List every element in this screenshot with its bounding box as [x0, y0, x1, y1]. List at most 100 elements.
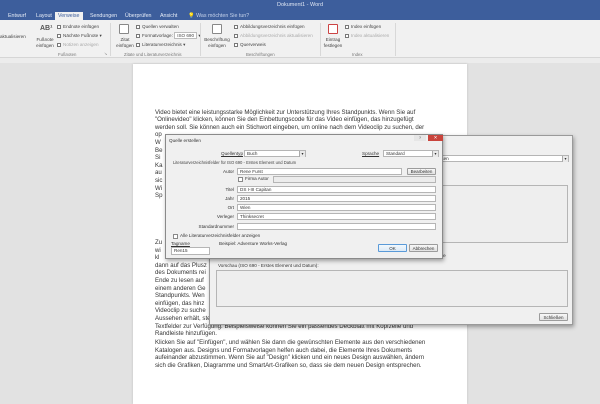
insert-caption-icon [212, 24, 222, 34]
example-text: Beispiel: Adventure Works-Verlag [219, 241, 288, 246]
text-line: sic [155, 176, 163, 184]
preview-box [216, 270, 568, 307]
group-divider [320, 23, 321, 56]
source-type-value: Buch [247, 151, 258, 156]
manage-sources-icon [136, 24, 140, 29]
source-type-label: Quellentyp [221, 151, 243, 156]
tab-layout[interactable]: Layout [33, 12, 55, 20]
insert-endnote-button[interactable]: Endnote einfügen [57, 24, 99, 29]
chevron-down-icon: ▾ [432, 151, 438, 157]
window-title: Dokument1 - Word [276, 2, 324, 8]
field-input-autor[interactable]: Rene Furst [237, 168, 402, 175]
field-input-jahr[interactable]: 2015 [237, 195, 436, 202]
insert-tof-label: Abbildungsverzeichnis einfügen [240, 24, 305, 29]
field-input-ort[interactable]: Wien [237, 204, 436, 211]
close-icon[interactable]: ✕ [428, 135, 443, 141]
insert-footnote-button[interactable]: Fußnote einfügen [34, 37, 56, 48]
insert-index-label: Index einfügen [351, 24, 382, 29]
bibliography-label: Literaturverzeichnis [142, 42, 182, 47]
field-label: Ort [227, 205, 234, 210]
field-input-verleger[interactable]: Thinksecret [237, 213, 436, 220]
field-label: Verleger [216, 214, 234, 219]
endnote-icon [57, 24, 61, 29]
chevron-down-icon: ▾ [299, 151, 305, 157]
insert-index-button[interactable]: Index einfügen [345, 24, 381, 29]
help-button[interactable]: ? [414, 135, 426, 141]
text-line: Standpunkts. Wen [155, 292, 205, 300]
text-line: Videoclip zu suche [155, 307, 206, 315]
show-all-fields-label: Alle Literaturverzeichnisfelder anzeigen [180, 233, 261, 238]
group-divider [395, 23, 396, 56]
ribbon: aktualisieren AB¹ Fußnote einfügen Endno… [0, 20, 600, 58]
cross-reference-button[interactable]: Querverweis [234, 42, 266, 47]
field-input-standardnummer[interactable] [237, 223, 436, 230]
footnote-icon: AB¹ [40, 25, 53, 32]
text-line: Ende zu lesen auf [155, 277, 204, 284]
tab-entwurf[interactable]: Entwurf [5, 12, 29, 20]
update-index-button[interactable]: Index aktualisieren [345, 33, 389, 38]
index-icon [345, 24, 349, 29]
ok-button[interactable]: OK [378, 244, 407, 252]
next-footnote-label: Nächste Fußnote [63, 33, 99, 38]
update-table-button[interactable]: aktualisieren [0, 34, 26, 39]
cancel-button[interactable]: Abbrechen [409, 244, 438, 252]
group-label-footnotes: Fußnoten [58, 52, 77, 57]
corporate-author-field[interactable] [273, 176, 436, 183]
close-button[interactable]: Schließen [539, 313, 568, 321]
fields-subtitle: Literaturverzeichnisfelder für ISO 690 -… [173, 160, 297, 165]
show-all-fields-checkbox[interactable] [173, 234, 178, 239]
group-label-captions: Beschriftungen [246, 52, 275, 57]
tab-sendungen[interactable]: Sendungen [87, 12, 120, 20]
text-line: dann auf das Plusz [155, 261, 207, 269]
field-label: Jahr [225, 196, 234, 201]
text-line: des Dokuments rei [155, 269, 206, 277]
text-line: Klicken Sie auf "Einfügen", und wählen S… [155, 339, 426, 346]
chevron-down-icon: ▾ [562, 156, 568, 162]
corporate-author-label: Firma Autor [245, 176, 269, 181]
manage-sources-button[interactable]: Quellen verwalten [136, 24, 179, 29]
update-tof-label: Abbildungsverzeichnis aktualisieren [240, 33, 313, 38]
text-line: W [155, 138, 161, 146]
insert-tof-button[interactable]: Abbildungsverzeichnis einfügen [234, 24, 305, 29]
text-line: werden soll. Sie können auch ein Stichwo… [155, 123, 425, 131]
text-line: einem anderen Ge [155, 284, 206, 292]
field-label: Standardnummer [198, 224, 235, 229]
style-label: Formatvorlage: [142, 33, 173, 38]
dialog-title: Quelle erstellen [169, 138, 201, 143]
group-divider [110, 23, 111, 56]
update-tof-button[interactable]: Abbildungsverzeichnis aktualisieren [234, 33, 313, 38]
mark-entry-button[interactable]: Eintrag festlegen [322, 37, 344, 48]
bibliography-button[interactable]: Literaturverzeichnis ▾ [136, 42, 185, 48]
mark-entry-icon [328, 24, 338, 34]
language-label: Sprache [362, 151, 380, 156]
tab-ueberpruefen[interactable]: Überprüfen [122, 12, 155, 20]
tab-ansicht[interactable]: Ansicht [157, 12, 180, 20]
show-notes-button[interactable]: Notizen anzeigen [57, 42, 99, 47]
text-line: Video bietet eine leistungsstarke Möglic… [155, 108, 416, 116]
update-index-icon [345, 33, 349, 38]
tag-name-input[interactable]: Ren15 [171, 247, 210, 255]
edit-author-button[interactable]: Bearbeiten [407, 168, 436, 175]
current-list[interactable] [436, 185, 568, 243]
style-selector[interactable]: Formatvorlage: ISO 690 ▾ [136, 32, 201, 39]
style-dropdown[interactable]: ISO 690 [174, 32, 198, 39]
manage-sort-dropdown[interactable]: ssen ▾ [436, 155, 569, 162]
tab-verweise[interactable]: Verweise [55, 12, 83, 20]
text-line: Wi [155, 184, 163, 192]
text-line: Katalogen aus. Designs und Formatvorlage… [155, 346, 413, 354]
insert-citation-button[interactable]: Zitat einfügen [114, 37, 136, 48]
dialog-launcher-icon[interactable]: ↘ [104, 51, 107, 56]
tell-me-search[interactable]: 💡 Was möchten Sie tun? [185, 12, 252, 20]
language-value: Standard [386, 151, 405, 156]
cross-reference-icon [234, 42, 238, 47]
corporate-author-checkbox[interactable] [238, 177, 243, 182]
field-input-titel[interactable]: DS I-III Capitan [237, 186, 436, 193]
language-dropdown[interactable]: Standard ▾ [383, 150, 439, 157]
insert-caption-button[interactable]: Beschriftung einfügen [203, 37, 231, 48]
insert-citation-icon [119, 24, 129, 34]
next-footnote-button[interactable]: Nächste Fußnote ▾ [57, 33, 102, 39]
text-line: op [155, 131, 162, 139]
field-label: Titel [225, 187, 234, 192]
text-line: Zu [155, 239, 163, 246]
source-type-dropdown[interactable]: Buch ▾ [244, 150, 306, 157]
